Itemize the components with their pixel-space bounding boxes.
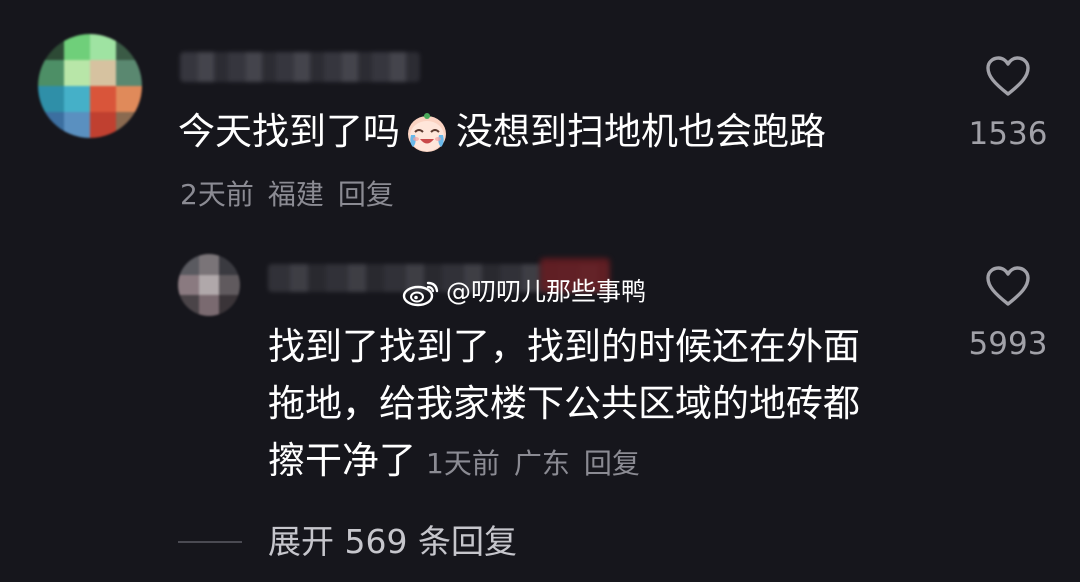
avatar-pixel [116,86,142,112]
expand-divider [178,541,242,543]
reply-time: 1天前 [426,447,500,480]
like-count: 1536 [968,116,1048,152]
avatar-pixel [90,86,116,112]
comment-location: 福建 [267,178,324,211]
reply-reply-button[interactable]: 回复 [584,447,640,480]
reply-button[interactable]: 回复 [338,178,394,211]
comment-meta: 2天前 福建 回复 [180,177,408,213]
commenter-name-blurred[interactable] [180,52,420,82]
avatar-pixel [116,112,142,138]
avatar-pixel [219,274,240,296]
reply-text-line-3-content: 擦干净了 [268,439,416,482]
reply-like[interactable]: 5993 [948,264,1068,364]
reply-text-line-3: 擦干净了 1天前 广东 回复 [268,432,918,492]
avatar-pixel [198,254,220,275]
comment-like[interactable]: 1536 [948,54,1068,154]
weibo-icon [402,281,439,307]
reply-text-line-1: 找到了找到了，找到的时候还在外面 [268,325,860,368]
avatar-pixel [219,295,240,316]
avatar-pixel [64,112,90,138]
avatar-pixel [198,274,220,296]
heart-outline-icon[interactable] [984,54,1032,98]
avatar-pixel [116,34,142,60]
avatar-pixel [90,34,116,60]
reply-like-count: 5993 [968,326,1048,362]
avatar-pixel [116,60,142,86]
watermark-text: @叨叨儿那些事鸭 [446,277,647,306]
comment-text: 今天找到了吗 没想到扫地机也会跑路 [178,108,826,156]
reply-location: 广东 [513,447,570,480]
commenter-avatar[interactable] [38,34,142,138]
watermark: @叨叨儿那些事鸭 [402,275,646,309]
avatar-pixel [38,60,64,86]
avatar-pixel [90,112,116,138]
expand-replies-button[interactable]: 展开 569 条回复 [268,520,517,564]
reply-meta: 1天前 广东 回复 [426,447,654,480]
avatar-pixel [178,274,199,296]
avatar-pixel [198,295,220,316]
avatar-pixel [178,295,199,316]
crying-laughing-emoji-icon [404,109,450,155]
avatar-pixel [219,254,240,275]
avatar-pixel [64,86,90,112]
avatar-pixel [64,34,90,60]
avatar-pixel [38,86,64,112]
comment-time: 2天前 [180,178,254,211]
comment-text-part-1: 今天找到了吗 [178,110,400,153]
avatar-pixel [90,60,116,86]
heart-outline-icon[interactable] [984,264,1032,308]
reply-text-line-2: 拖地，给我家楼下公共区域的地砖都 [268,382,860,425]
avatar-pixel [178,254,199,275]
reply-text: 找到了找到了，找到的时候还在外面 拖地，给我家楼下公共区域的地砖都 擦干净了 1天… [268,318,918,492]
avatar-pixel [64,60,90,86]
avatar-pixel [38,112,64,138]
reply-avatar[interactable] [178,254,240,316]
comment-text-part-2: 没想到扫地机也会跑路 [456,110,826,153]
avatar-pixel [38,34,64,60]
